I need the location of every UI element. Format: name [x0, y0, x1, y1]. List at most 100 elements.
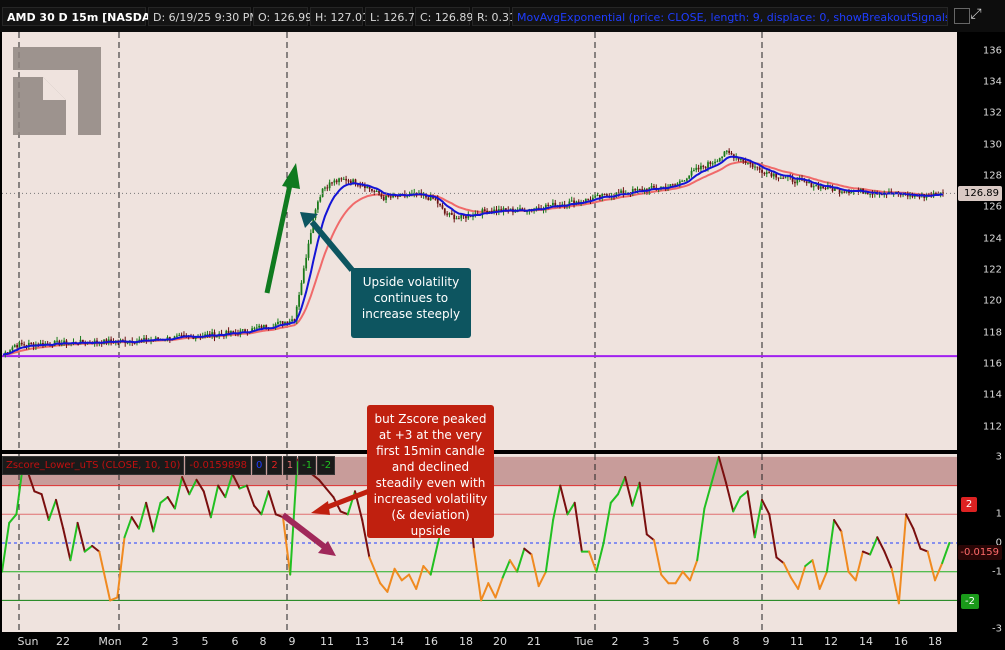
zscore-segment [209, 484, 220, 519]
zscore-segment [847, 570, 857, 582]
candle-body [258, 325, 261, 328]
candle [326, 184, 329, 192]
candle-body [817, 185, 820, 189]
zscore-segment [689, 559, 699, 582]
time-tick-label: 3 [171, 635, 179, 648]
zscore-segment [595, 542, 605, 573]
candle-body [30, 342, 33, 344]
zscore-segment [537, 570, 547, 588]
candle-body [709, 162, 712, 164]
candle-body [714, 161, 716, 164]
time-tick-label: 18 [928, 635, 942, 648]
candle-body [324, 187, 326, 189]
zscore-segment [609, 493, 619, 504]
candle [935, 191, 937, 195]
zscore-segment [681, 570, 691, 582]
zscore-segment [480, 582, 490, 602]
candle-body [458, 218, 460, 220]
candle [716, 159, 719, 163]
range-readout: R: 0.31 [472, 7, 516, 26]
time-tick-label: 6 [231, 635, 239, 648]
zscore-segment [552, 484, 562, 521]
candle-body [725, 150, 728, 152]
zscore-segment [761, 498, 771, 516]
candle [18, 340, 21, 348]
candle [16, 343, 18, 350]
zscore-segment [861, 550, 872, 556]
symbol-label[interactable]: AMD 30 D 15m [NASDAQ] [2, 7, 165, 26]
time-tick-label: 20 [493, 635, 507, 648]
candle-body [723, 151, 726, 157]
candle-body [371, 188, 373, 191]
candle [340, 177, 343, 182]
candle-body [331, 182, 333, 184]
zscore-segment [544, 519, 555, 573]
candle [805, 181, 808, 186]
candle [427, 196, 430, 201]
zscore-segment [566, 501, 576, 516]
zscore-segment [638, 481, 648, 536]
candle [620, 188, 622, 194]
zscore-segment [818, 570, 828, 590]
candle-body [11, 347, 14, 351]
zscore-segment [487, 582, 497, 599]
candle [342, 176, 345, 180]
ema-fast-line [2, 155, 944, 356]
candle-body [340, 178, 343, 180]
close-readout: C: 126.89 [415, 7, 473, 26]
candle-body [547, 204, 550, 207]
candle [728, 148, 731, 155]
zscore-value: -0.0159898 [185, 456, 252, 475]
zscore-segment [573, 501, 583, 553]
date-readout: D: 6/19/25 9:30 PM [148, 7, 259, 26]
candle-body [754, 166, 756, 168]
candle-body [549, 205, 552, 207]
zscore-segment [739, 490, 749, 499]
candle-body [587, 198, 590, 200]
zscore-segment [379, 582, 389, 593]
zscore-segment [260, 490, 270, 516]
study-label[interactable]: MovAvgExponential (price: CLOSE, length:… [512, 7, 948, 26]
price-tick-label: 114 [982, 389, 1002, 401]
zscore-segment [732, 496, 742, 513]
candle-body [768, 172, 770, 174]
expand-icon[interactable]: ⤢ [968, 6, 984, 22]
zscore-segment [775, 556, 785, 565]
time-tick-label: 11 [320, 635, 334, 648]
candle [718, 157, 721, 162]
zscore-study-name[interactable]: Zscore_Lower_uTS (CLOSE, 10, 10) [2, 456, 185, 475]
candle [364, 182, 366, 192]
candle [307, 239, 310, 261]
candle [126, 342, 129, 345]
candle-body [180, 334, 183, 336]
candle-body [56, 340, 58, 342]
candle-body [335, 180, 338, 183]
candle [324, 186, 326, 192]
zscore-segment [674, 570, 684, 585]
candle-body [779, 177, 782, 179]
candle-body [314, 209, 317, 219]
candle [56, 336, 58, 344]
candle-body [831, 188, 834, 191]
candle-body [815, 185, 817, 187]
zscore-segment [523, 547, 533, 556]
zscore-segment [123, 516, 133, 539]
candle-body [681, 180, 684, 182]
candle-body [775, 173, 778, 178]
candle-body [819, 186, 822, 189]
candle-body [378, 191, 380, 195]
candle-body [345, 178, 347, 181]
zscore-segment [8, 513, 18, 524]
candle-body [763, 172, 766, 175]
candle-body [843, 191, 846, 193]
zscore-segment [660, 573, 670, 585]
zscore-segment [645, 533, 655, 542]
candle-body [772, 173, 775, 177]
zscore-segment [325, 487, 335, 499]
price-tick-label: 134 [982, 76, 1002, 88]
zscore-segment [217, 484, 227, 499]
candle [443, 207, 446, 216]
candle-body [740, 158, 742, 160]
candle [723, 150, 726, 157]
high-readout: H: 127.01 [310, 7, 369, 26]
